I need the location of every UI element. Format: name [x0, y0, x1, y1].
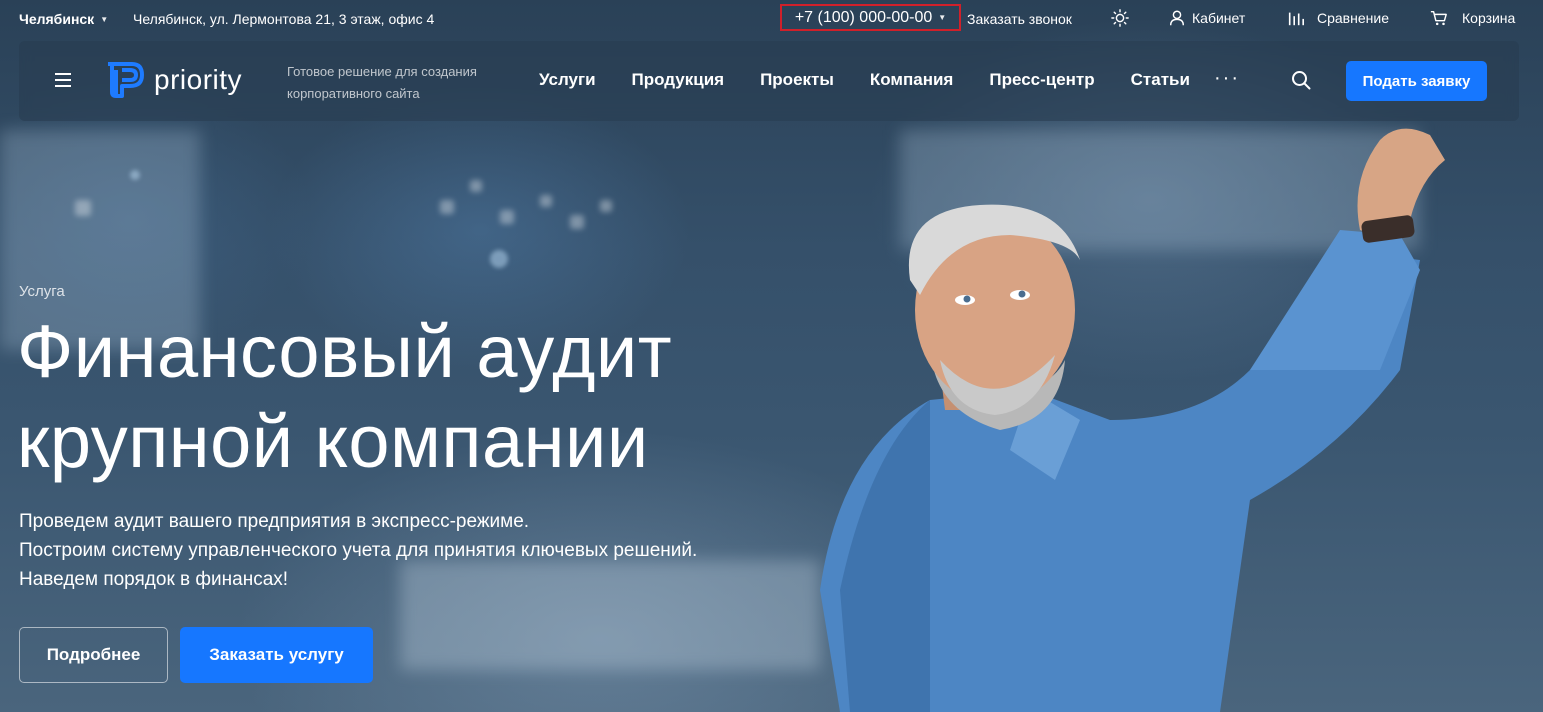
tagline: Готовое решение для создания корпоративн…: [287, 64, 477, 101]
callback-link[interactable]: Заказать звонок: [967, 11, 1072, 27]
sun-icon: [1111, 9, 1129, 27]
bar-chart-icon: [1288, 12, 1305, 26]
city-label: Челябинск: [19, 11, 95, 27]
priority-logo-icon: [108, 62, 144, 98]
background-light: [490, 250, 508, 268]
hamburger-icon[interactable]: [55, 73, 71, 87]
nav-menu: Услуги Продукция Проекты Компания Пресс-…: [539, 70, 1190, 90]
background-light: [600, 200, 612, 212]
hero-title-line: Финансовый аудит: [17, 310, 673, 393]
submit-request-button[interactable]: Подать заявку: [1346, 61, 1487, 101]
background-light: [470, 180, 482, 192]
hero-title: Финансовый аудит крупной компании: [17, 307, 837, 487]
cart-icon: [1430, 10, 1447, 26]
hero-description-line: Построим систему управленческого учета д…: [19, 540, 698, 561]
background-light: [570, 215, 584, 229]
cart-link[interactable]: Корзина: [1430, 9, 1515, 27]
theme-toggle[interactable]: [1111, 9, 1129, 27]
more-info-button[interactable]: Подробнее: [19, 627, 168, 683]
chevron-down-icon: ▼: [938, 13, 947, 22]
phone-selector[interactable]: +7 (100) 000-00-00 ▼: [780, 4, 961, 31]
chevron-down-icon: ▼: [100, 14, 109, 24]
nav-item-articles[interactable]: Статьи: [1131, 70, 1190, 90]
compare-label: Сравнение: [1317, 10, 1389, 26]
city-selector[interactable]: Челябинск ▼: [19, 11, 108, 27]
nav-item-services[interactable]: Услуги: [539, 70, 596, 90]
more-menu-button[interactable]: ···: [1214, 67, 1240, 90]
callback-label: Заказать звонок: [967, 11, 1072, 27]
background-light: [75, 200, 91, 216]
nav-item-projects[interactable]: Проекты: [760, 70, 834, 90]
hero-eyebrow: Услуга: [19, 283, 65, 300]
main-nav: priority Готовое решение для создания ко…: [19, 41, 1519, 121]
nav-item-products[interactable]: Продукция: [632, 70, 725, 90]
background-light: [130, 170, 140, 180]
search-button[interactable]: [1291, 70, 1311, 95]
top-bar: Челябинск ▼ Челябинск, ул. Лермонтова 21…: [0, 0, 1543, 38]
cart-label: Корзина: [1462, 10, 1516, 26]
hero-person-image: [820, 128, 1445, 712]
order-service-button[interactable]: Заказать услугу: [180, 627, 373, 683]
hero-description: Проведем аудит вашего предприятия в эксп…: [19, 507, 819, 594]
address-text: Челябинск, ул. Лермонтова 21, 3 этаж, оф…: [133, 11, 434, 27]
logo[interactable]: priority: [106, 62, 242, 98]
phone-number: +7 (100) 000-00-00: [794, 8, 933, 26]
background-light: [440, 200, 454, 214]
address-label: Челябинск, ул. Лермонтова 21, 3 этаж, оф…: [133, 11, 435, 27]
nav-item-company[interactable]: Компания: [870, 70, 953, 90]
compare-link[interactable]: Сравнение: [1287, 9, 1389, 27]
background-light: [540, 195, 552, 207]
hero-description-line: Наведем порядок в финансах!: [19, 569, 289, 590]
search-icon: [1292, 71, 1311, 90]
hero-title-line: крупной компании: [17, 400, 649, 483]
user-icon: [1169, 10, 1185, 26]
page: Челябинск ▼ Челябинск, ул. Лермонтова 21…: [0, 0, 1543, 712]
logo-text: priority: [154, 64, 243, 95]
background-light: [500, 210, 514, 224]
cabinet-link[interactable]: Кабинет: [1168, 9, 1245, 27]
cabinet-label: Кабинет: [1192, 10, 1246, 26]
hero-description-line: Проведем аудит вашего предприятия в эксп…: [19, 511, 530, 532]
nav-item-press[interactable]: Пресс-центр: [989, 70, 1094, 90]
